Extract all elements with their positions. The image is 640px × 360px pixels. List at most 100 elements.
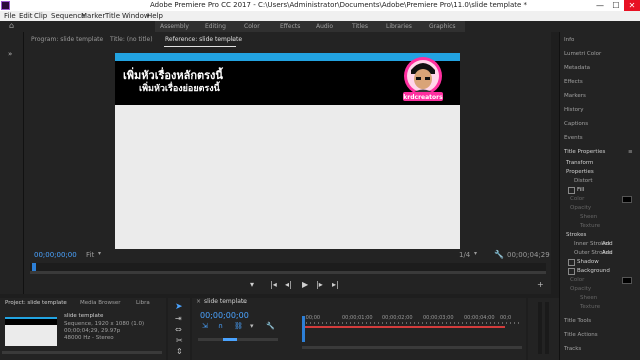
fill-color-swatch[interactable] [622,196,632,203]
workspace-titles[interactable]: Titles [352,23,368,30]
tab-media-browser[interactable]: Media Browser [80,300,121,306]
tab-menu-icon[interactable]: ≡ [231,36,236,43]
timeline-panel: × slide template ≡ 00;00;00;00 ⇲ ∩ ⛓ ▾ 🔧… [192,298,526,360]
menu-marker[interactable]: Marker [81,12,105,20]
sequence-thumbnail[interactable] [5,317,57,346]
panel-tracks[interactable]: Tracks [564,346,581,352]
audio-meter-left [538,302,542,354]
workspace-effects[interactable]: Effects [280,23,300,30]
timeline-timecode[interactable]: 00;00;00;00 [200,311,249,320]
step-back-icon[interactable]: ◂| [285,280,292,289]
home-icon[interactable]: ⌂ [9,21,14,30]
minimize-button[interactable]: — [592,0,608,11]
workspace-graphics[interactable]: Graphics [429,23,456,30]
strokes-section[interactable]: Strokes [566,232,586,238]
razor-tool-icon[interactable]: ✂ [176,336,183,345]
menu-title[interactable]: Title [105,12,120,20]
project-panel: Project: slide template Media Browser Li… [0,298,166,360]
tab-libraries[interactable]: Libra [136,300,150,306]
background-checkbox[interactable] [568,268,575,275]
track-scrollbar[interactable] [198,338,278,341]
tab-title[interactable]: Title: (no title) [110,36,153,43]
resolution-dropdown[interactable]: 1/4 [459,251,470,259]
panel-title-tools[interactable]: Title Tools [564,318,591,324]
sequence-tab-menu-icon[interactable]: ≡ [242,298,247,305]
panel-title-actions[interactable]: Title Actions [564,332,598,338]
workspace-editing[interactable]: Editing [205,23,226,30]
panel-metadata[interactable]: Metadata [564,65,590,71]
shadow-checkbox[interactable] [568,259,575,266]
transform-section[interactable]: Transform [566,160,593,166]
distort-item[interactable]: Distort [574,178,593,184]
step-forward-icon[interactable]: |▸ [316,280,323,289]
close-button[interactable]: ✕ [624,0,640,11]
panel-events[interactable]: Events [564,135,583,141]
wrench-icon[interactable]: 🔧 [494,250,504,259]
properties-section[interactable]: Properties [566,169,594,175]
slip-tool-icon[interactable]: ⇕ [176,347,183,356]
maximize-button[interactable]: ☐ [608,0,624,11]
add-button-icon[interactable]: + [537,280,544,289]
monitor-zoom-scrollbar[interactable] [30,271,546,274]
fit-dropdown[interactable]: Fit [86,251,94,259]
monitor-scrub-bar[interactable] [30,263,546,271]
timeline-settings-icon[interactable]: 🔧 [266,322,275,330]
tab-sequence[interactable]: slide template [204,298,247,305]
project-scrollbar[interactable] [2,351,162,354]
panel-captions[interactable]: Captions [564,121,588,127]
panel-lumetri-color[interactable]: Lumetri Color [564,51,601,57]
monitor-playhead[interactable] [32,263,36,271]
menu-file[interactable]: File [4,12,16,20]
panel-history[interactable]: History [564,107,584,113]
add-outer-stroke-link[interactable]: Add [602,250,613,256]
menu-window[interactable]: Window [122,12,150,20]
workspace-assembly[interactable]: Assembly [160,23,189,30]
ruler-label: 00;00;03;00 [423,315,454,321]
premiere-logo-icon [1,1,10,10]
selection-tool-icon[interactable]: ➤ [175,302,183,312]
shadow-section[interactable]: Shadow [577,259,599,265]
track-scroll-thumb[interactable] [223,338,237,341]
fit-chevron-icon[interactable]: ▾ [98,250,101,257]
resolution-chevron-icon[interactable]: ▾ [474,250,477,257]
tab-project[interactable]: Project: slide template [5,300,67,306]
menu-help[interactable]: Help [147,12,163,20]
playhead-timecode[interactable]: 00;00;00;00 [34,251,77,259]
go-to-in-icon[interactable]: |◂ [270,280,277,289]
go-to-out-icon[interactable]: ▸| [332,280,339,289]
panel-effects[interactable]: Effects [564,79,583,85]
timeline-zoom-scrollbar[interactable] [302,346,522,349]
add-marker-icon[interactable]: ▾ [250,322,254,330]
sequence-name[interactable]: slide template [64,313,103,319]
play-icon[interactable]: ▶ [302,280,308,289]
linked-selection-icon[interactable]: ⛓ [234,322,243,330]
timeline-playhead[interactable] [302,316,305,342]
fill-checkbox[interactable] [568,187,575,194]
workspace-audio[interactable]: Audio [316,23,333,30]
track-select-tool-icon[interactable]: ⇥ [175,314,182,323]
sheen-item[interactable]: Sheen [580,214,597,220]
expand-chevron-icon[interactable]: » [8,50,12,58]
workspace-libraries[interactable]: Libraries [386,23,412,30]
background-section[interactable]: Background [577,268,610,274]
mark-in-icon[interactable]: ▾ [250,280,254,289]
menu-clip[interactable]: Clip [34,12,47,20]
background-color-swatch[interactable] [622,277,632,284]
nest-toggle-icon[interactable]: ⇲ [202,322,208,330]
texture-item[interactable]: Texture [580,223,600,229]
tab-program[interactable]: Program: slide template [31,36,103,43]
title-properties-menu-icon[interactable]: ≡ [628,149,633,155]
workspace-color[interactable]: Color [244,23,260,30]
timeline-ruler-area[interactable]: :00;00 00;00;01;00 00;00;02;00 00;00;03;… [302,311,522,351]
panel-markers[interactable]: Markers [564,93,586,99]
menu-edit[interactable]: Edit [19,12,33,20]
add-inner-stroke-link[interactable]: Add [602,241,613,247]
ripple-edit-tool-icon[interactable]: ⇔ [175,325,182,334]
background-sheen-item[interactable]: Sheen [580,295,597,301]
panel-info[interactable]: Info [564,37,574,43]
fill-section[interactable]: Fill [577,187,584,193]
close-sequence-icon[interactable]: × [196,298,201,305]
title-properties-header[interactable]: Title Properties [564,149,605,155]
snap-icon[interactable]: ∩ [218,322,223,330]
background-texture-item[interactable]: Texture [580,304,600,310]
